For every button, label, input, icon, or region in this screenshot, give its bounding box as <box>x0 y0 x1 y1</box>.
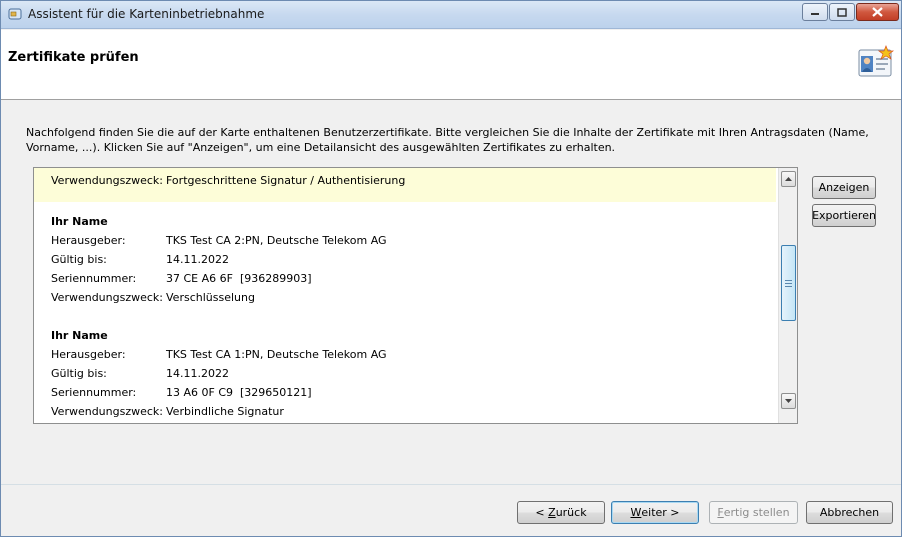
certificate-2-issuer: TKS Test CA 1:PN, Deutsche Telekom AG <box>166 348 387 361</box>
intro-text: Nachfolgend finden Sie die auf der Karte… <box>26 126 869 154</box>
back-button[interactable]: < Zurück <box>517 501 605 524</box>
grip-icon <box>785 279 792 287</box>
selected-purpose-label: Verwendungszweck: <box>51 174 163 187</box>
next-button-label: eiter > <box>641 506 680 519</box>
next-button-mnemonic: W <box>630 506 642 519</box>
certificate-1-valid-label: Gültig bis: <box>51 253 107 266</box>
selected-purpose-value: Fortgeschrittene Signatur / Authentisier… <box>166 174 406 187</box>
vertical-scrollbar[interactable] <box>778 168 797 423</box>
maximize-icon <box>837 7 847 17</box>
certificate-1-issuer-label: Herausgeber: <box>51 234 126 247</box>
export-button[interactable]: Exportieren <box>812 204 876 227</box>
title-bar[interactable]: Assistent für die Karteninbetriebnahme <box>1 1 901 29</box>
card-reader-icon <box>8 8 22 20</box>
back-button-label: urück <box>555 506 587 519</box>
finish-button[interactable]: Fertig stellen <box>709 501 798 524</box>
certificate-2-issuer-label: Herausgeber: <box>51 348 126 361</box>
close-button[interactable] <box>856 3 899 21</box>
scroll-thumb[interactable] <box>781 245 796 321</box>
certificate-list[interactable]: Verwendungszweck: Fortgeschrittene Signa… <box>33 167 798 424</box>
caption-buttons <box>801 3 899 21</box>
certificate-2-name: Ihr Name <box>51 329 108 342</box>
page-title: Zertifikate prüfen <box>8 50 139 65</box>
certificate-1-serial: 37 CE A6 6F [936289903] <box>166 272 312 285</box>
header-panel: Zertifikate prüfen <box>1 30 901 100</box>
certificate-1-serial-label: Seriennummer: <box>51 272 137 285</box>
scroll-up-button[interactable] <box>781 171 796 187</box>
certificate-2-serial: 13 A6 0F C9 [329650121] <box>166 386 312 399</box>
cancel-button[interactable]: Abbrechen <box>806 501 893 524</box>
certificate-1-purpose: Verschlüsselung <box>166 291 255 304</box>
wizard-window: Assistent für die Karteninbetriebnahme Z… <box>0 0 902 537</box>
footer-separator <box>1 484 901 485</box>
certificate-2-serial-label: Seriennummer: <box>51 386 137 399</box>
back-button-prefix: < <box>535 506 549 519</box>
certificate-logo-icon <box>858 45 895 77</box>
certificate-2-purpose-label: Verwendungszweck: <box>51 405 163 418</box>
certificate-2-valid-label: Gültig bis: <box>51 367 107 380</box>
certificate-1-name: Ihr Name <box>51 215 108 228</box>
minimize-button[interactable] <box>802 3 828 21</box>
scroll-down-arrow-icon <box>785 399 792 403</box>
maximize-button[interactable] <box>829 3 855 21</box>
scroll-down-button[interactable] <box>781 393 796 409</box>
scroll-up-arrow-icon <box>785 177 792 181</box>
certificate-1-valid-until: 14.11.2022 <box>166 253 229 266</box>
certificate-1-purpose-label: Verwendungszweck: <box>51 291 163 304</box>
finish-button-label: ertig stellen <box>723 506 790 519</box>
certificate-1-issuer: TKS Test CA 2:PN, Deutsche Telekom AG <box>166 234 387 247</box>
close-icon <box>872 7 883 17</box>
next-button[interactable]: Weiter > <box>611 501 699 524</box>
back-button-mnemonic: Z <box>548 506 556 519</box>
minimize-icon <box>811 13 819 15</box>
certificate-2-valid-until: 14.11.2022 <box>166 367 229 380</box>
window-title: Assistent für die Karteninbetriebnahme <box>28 7 265 21</box>
show-button[interactable]: Anzeigen <box>812 176 876 199</box>
certificate-2-purpose: Verbindliche Signatur <box>166 405 284 418</box>
